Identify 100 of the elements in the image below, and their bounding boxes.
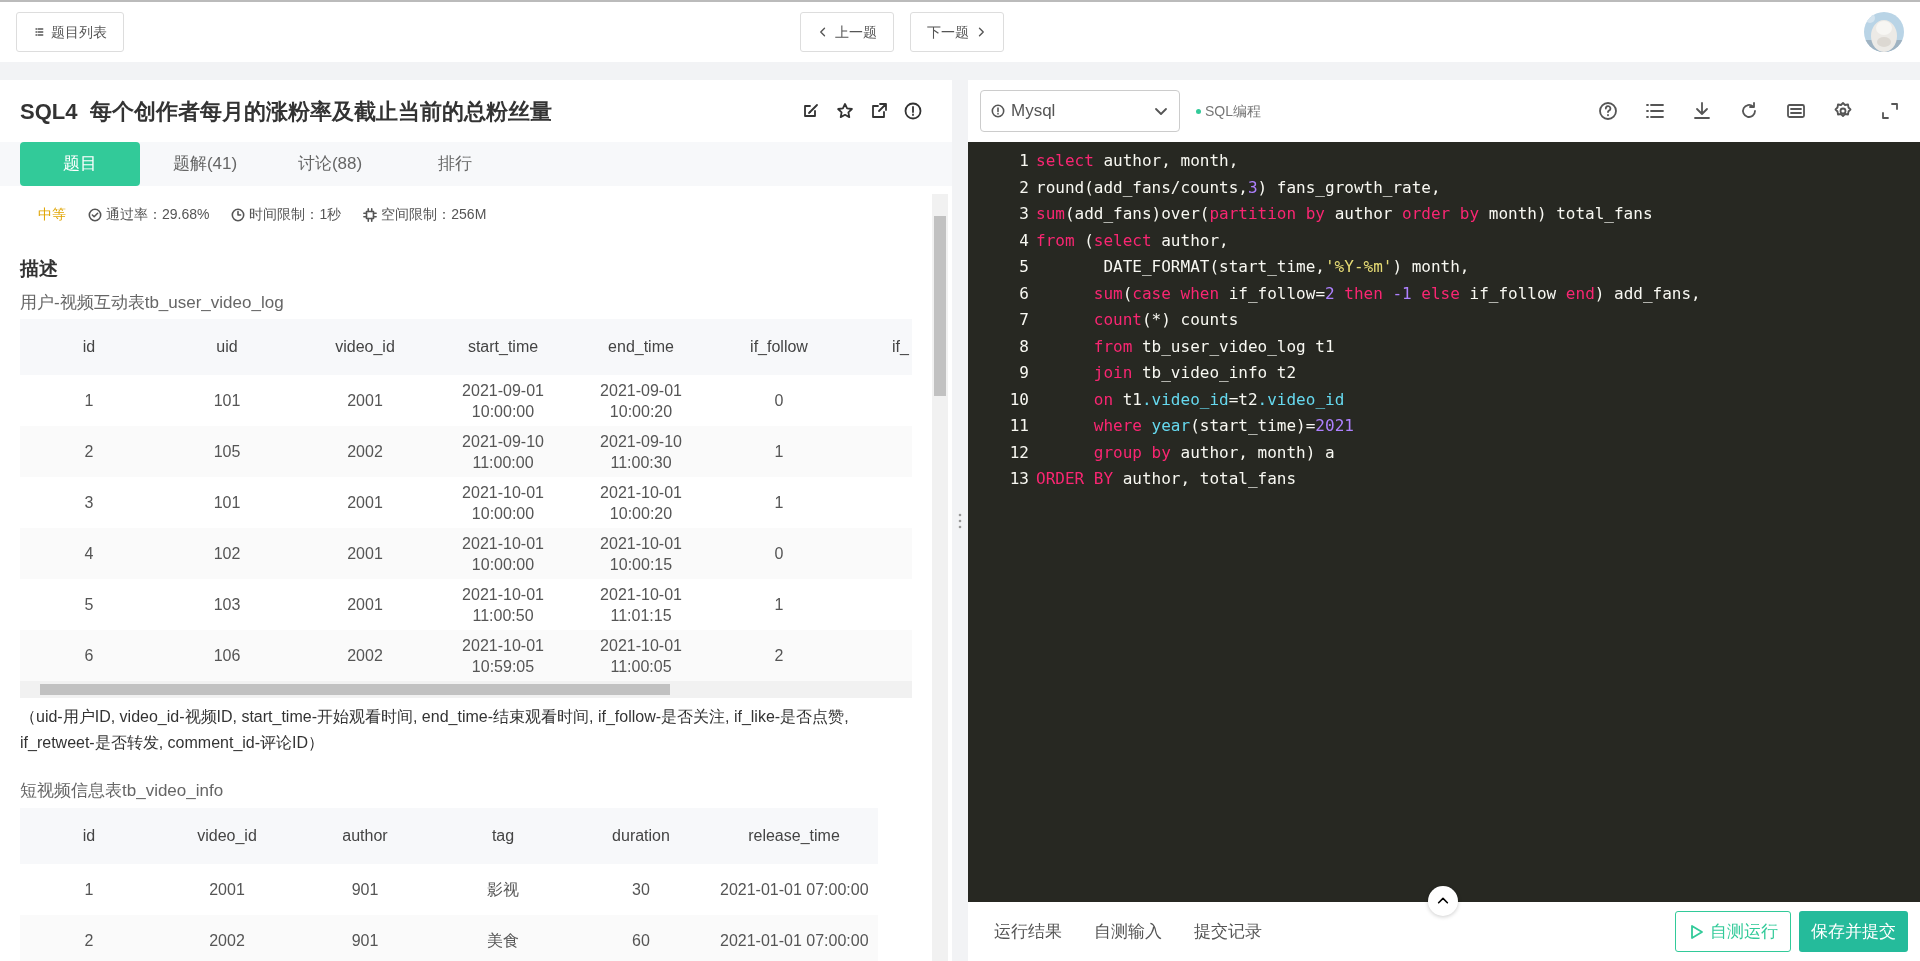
code-line: join tb_video_info t2 (1092, 362, 1297, 384)
next-button[interactable]: 下一题 (909, 12, 1004, 52)
difficulty-label: 中等 (38, 205, 66, 224)
table-cell: 2021-10-01 10:00:00 (434, 528, 572, 579)
table-cell: 2021-10-01 11:01:15 (572, 579, 710, 630)
table-cell: 2021-10-01 10:00:00 (434, 477, 572, 528)
clock-icon (231, 207, 246, 222)
table-cell: 3 (20, 477, 158, 528)
table-cell: 2021-01-01 07:00:00 (710, 914, 878, 961)
table-cell: 0 (710, 528, 848, 579)
section-heading: 描述 (20, 257, 59, 281)
table-cell: 2021-10-01 11:00:50 (434, 579, 572, 630)
table-cell: 2021-10-01 10:59:05 (434, 630, 572, 681)
line-number: 9 (1018, 362, 1030, 384)
table-cell: 0 (710, 375, 848, 426)
code-line: from tb_user_video_log t1 (1092, 335, 1335, 358)
chip-icon (363, 207, 378, 222)
tab[interactable]: 自测输入 (1078, 918, 1178, 945)
table-cell: 2 (710, 630, 848, 681)
table-caption: 用户-视频互动表tb_user_video_log (20, 291, 285, 314)
column-header: video_id (158, 807, 296, 864)
table-cell: 2001 (296, 375, 434, 426)
column-header: duration (572, 807, 710, 864)
previous-button[interactable]: 上一题 (799, 12, 894, 52)
column-header: if_follow (710, 319, 848, 375)
list-icon[interactable] (1645, 101, 1665, 121)
table-cell: 901 (296, 914, 434, 961)
table-cell: 1 (20, 375, 158, 426)
table-caption: 短视频信息表tb_video_info (20, 780, 225, 802)
table-cell: 2021-09-01 10:00:00 (434, 375, 572, 426)
table-cell: 5 (20, 579, 158, 630)
column-header: id (20, 807, 158, 864)
table-cell: 2021-10-01 11:00:05 (572, 630, 710, 681)
code-line: group by author, month) a (1092, 441, 1335, 464)
expand-panel-button[interactable] (1428, 886, 1458, 916)
table-cell: 6 (20, 630, 158, 681)
table-cell: 4 (20, 528, 158, 579)
tab[interactable]: 提交记录 (1178, 918, 1278, 945)
line-number: 3 (1018, 203, 1030, 225)
scrollbar[interactable] (20, 681, 912, 698)
column-header: id (20, 319, 158, 375)
table-cell: 106 (158, 630, 296, 681)
pass-rate: 通过率：29.68% (106, 205, 210, 224)
line-number: 6 (1018, 282, 1030, 305)
info-icon (991, 104, 1005, 118)
tab[interactable]: 运行结果 (978, 918, 1078, 945)
table-cell: 2001 (296, 477, 434, 528)
table-cell: 2 (20, 426, 158, 477)
table-cell: 2021-10-01 10:00:15 (572, 528, 710, 579)
line-number: 10 (1008, 388, 1030, 411)
table-cell: 30 (572, 863, 710, 915)
keyboard-icon[interactable] (1786, 101, 1806, 121)
table-cell: 1 (710, 579, 848, 630)
table-cell: 2002 (296, 426, 434, 477)
line-number: 2 (1018, 176, 1030, 199)
mode-label: SQL编程 (1205, 101, 1261, 121)
download-icon[interactable] (1692, 101, 1712, 121)
column-header: end_time (572, 319, 710, 375)
table-cell: 101 (158, 375, 296, 426)
table-cell: 2002 (296, 630, 434, 681)
line-number: 12 (1008, 441, 1030, 464)
table-cell: 美食 (434, 914, 572, 961)
tab[interactable]: 题解(41) (145, 142, 265, 186)
problem-list-button[interactable]: 题目列表 (16, 12, 124, 52)
table-cell: 2001 (296, 528, 434, 579)
tab[interactable]: 讨论(88) (270, 142, 390, 186)
expand-icon[interactable] (1880, 101, 1900, 121)
code-line: ORDER BY author, total_fans (1036, 468, 1297, 490)
refresh-icon[interactable] (1739, 101, 1759, 121)
code-line: where year(start_time)=2021 (1092, 415, 1354, 437)
memory-limit: 空间限制：256M (381, 205, 487, 224)
table-cell: 1 (20, 863, 158, 915)
column-header: video_id (296, 319, 434, 375)
description-text: （uid-用户ID, video_id-视频ID, start_time-开始观看时间, end_time-结束观看时间, if_follow-是否关注, if_like-是否点赞, if_retweet-是否转发, comment_id-评论ID） (20, 707, 850, 753)
column-header: start_time (434, 319, 572, 375)
table-cell: 101 (158, 477, 296, 528)
column-header: if_ (848, 319, 912, 375)
line-number: 11 (1008, 415, 1030, 437)
star-icon[interactable] (836, 102, 854, 120)
table-cell: 2021-09-01 10:00:20 (572, 375, 710, 426)
help-icon[interactable] (1598, 101, 1618, 121)
table-cell: 2002 (158, 914, 296, 961)
table-cell: 2 (20, 914, 158, 961)
scrollbar[interactable] (932, 194, 948, 961)
edit-icon[interactable] (802, 102, 820, 120)
play-icon (1688, 922, 1706, 941)
table-cell: 2001 (158, 863, 296, 915)
code-line: count(*) counts (1092, 309, 1239, 331)
table-cell: 1 (710, 477, 848, 528)
table-cell: 2001 (296, 579, 434, 630)
code-line: DATE_FORMAT(start_time,'%Y-%m') month, (1102, 256, 1470, 278)
share-icon[interactable] (870, 102, 888, 120)
info-icon[interactable] (904, 102, 922, 120)
problem-title: SQL4 每个创作者每月的涨粉率及截止当前的总粉丝量 (20, 97, 552, 126)
drag-handle-icon[interactable] (958, 512, 962, 529)
status-dot (1196, 108, 1201, 114)
column-header: author (296, 807, 434, 864)
tab[interactable]: 排行 (395, 142, 515, 186)
language-select[interactable]: Mysql (980, 90, 1180, 132)
line-number: 13 (1008, 468, 1030, 490)
